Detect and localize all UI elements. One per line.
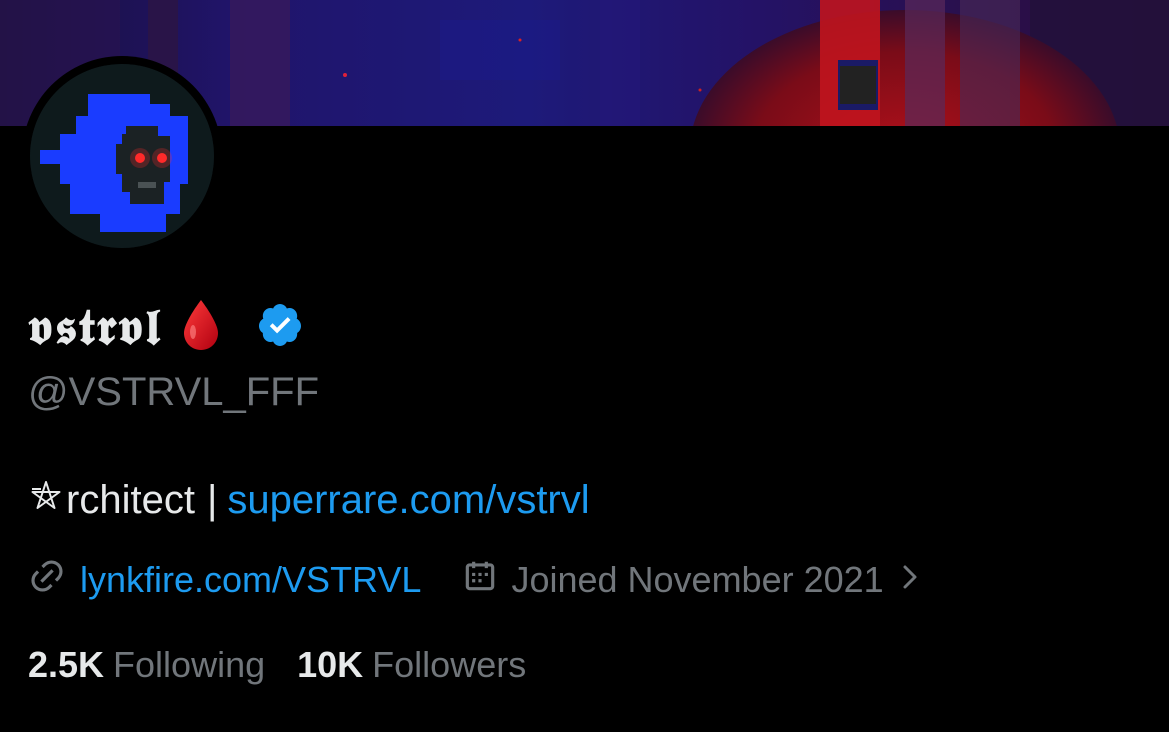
website-link[interactable]: lynkfire.com/VSTRVL bbox=[80, 559, 421, 601]
pentagram-icon bbox=[28, 478, 64, 521]
joined-date: Joined November 2021 bbox=[511, 559, 884, 600]
follow-stats: 2.5K Following 10K Followers bbox=[28, 644, 526, 686]
avatar-artwork bbox=[30, 64, 214, 248]
user-handle: @VSTRVL_FFF bbox=[28, 370, 320, 414]
display-name: 𝖛𝖘𝖙𝖗𝖛𝖑 bbox=[28, 297, 162, 356]
link-icon bbox=[28, 557, 66, 604]
verified-badge-icon[interactable] bbox=[256, 301, 304, 354]
calendar-icon bbox=[461, 557, 499, 604]
chevron-right-icon[interactable] bbox=[900, 559, 920, 601]
following-stat[interactable]: 2.5K Following bbox=[28, 644, 265, 686]
followers-count: 10K bbox=[297, 644, 364, 685]
following-label: Following bbox=[113, 644, 266, 685]
bio: rchitect | superrare.com/vstrvl bbox=[28, 478, 590, 521]
bio-text: rchitect bbox=[66, 477, 195, 522]
bio-link[interactable]: superrare.com/vstrvl bbox=[227, 480, 589, 520]
following-count: 2.5K bbox=[28, 644, 105, 685]
avatar[interactable] bbox=[30, 64, 214, 248]
profile-meta-row: lynkfire.com/VSTRVL Joined November 2021 bbox=[28, 558, 920, 602]
bio-separator: | bbox=[206, 477, 218, 522]
profile-page: 𝖛𝖘𝖙𝖗𝖛𝖑 @VSTRVL_FFF rchitect | superrare.… bbox=[0, 0, 1169, 732]
drop-of-blood-icon bbox=[180, 298, 222, 357]
followers-stat[interactable]: 10K Followers bbox=[297, 644, 526, 686]
display-name-row: 𝖛𝖘𝖙𝖗𝖛𝖑 bbox=[28, 292, 304, 362]
followers-label: Followers bbox=[372, 644, 527, 685]
